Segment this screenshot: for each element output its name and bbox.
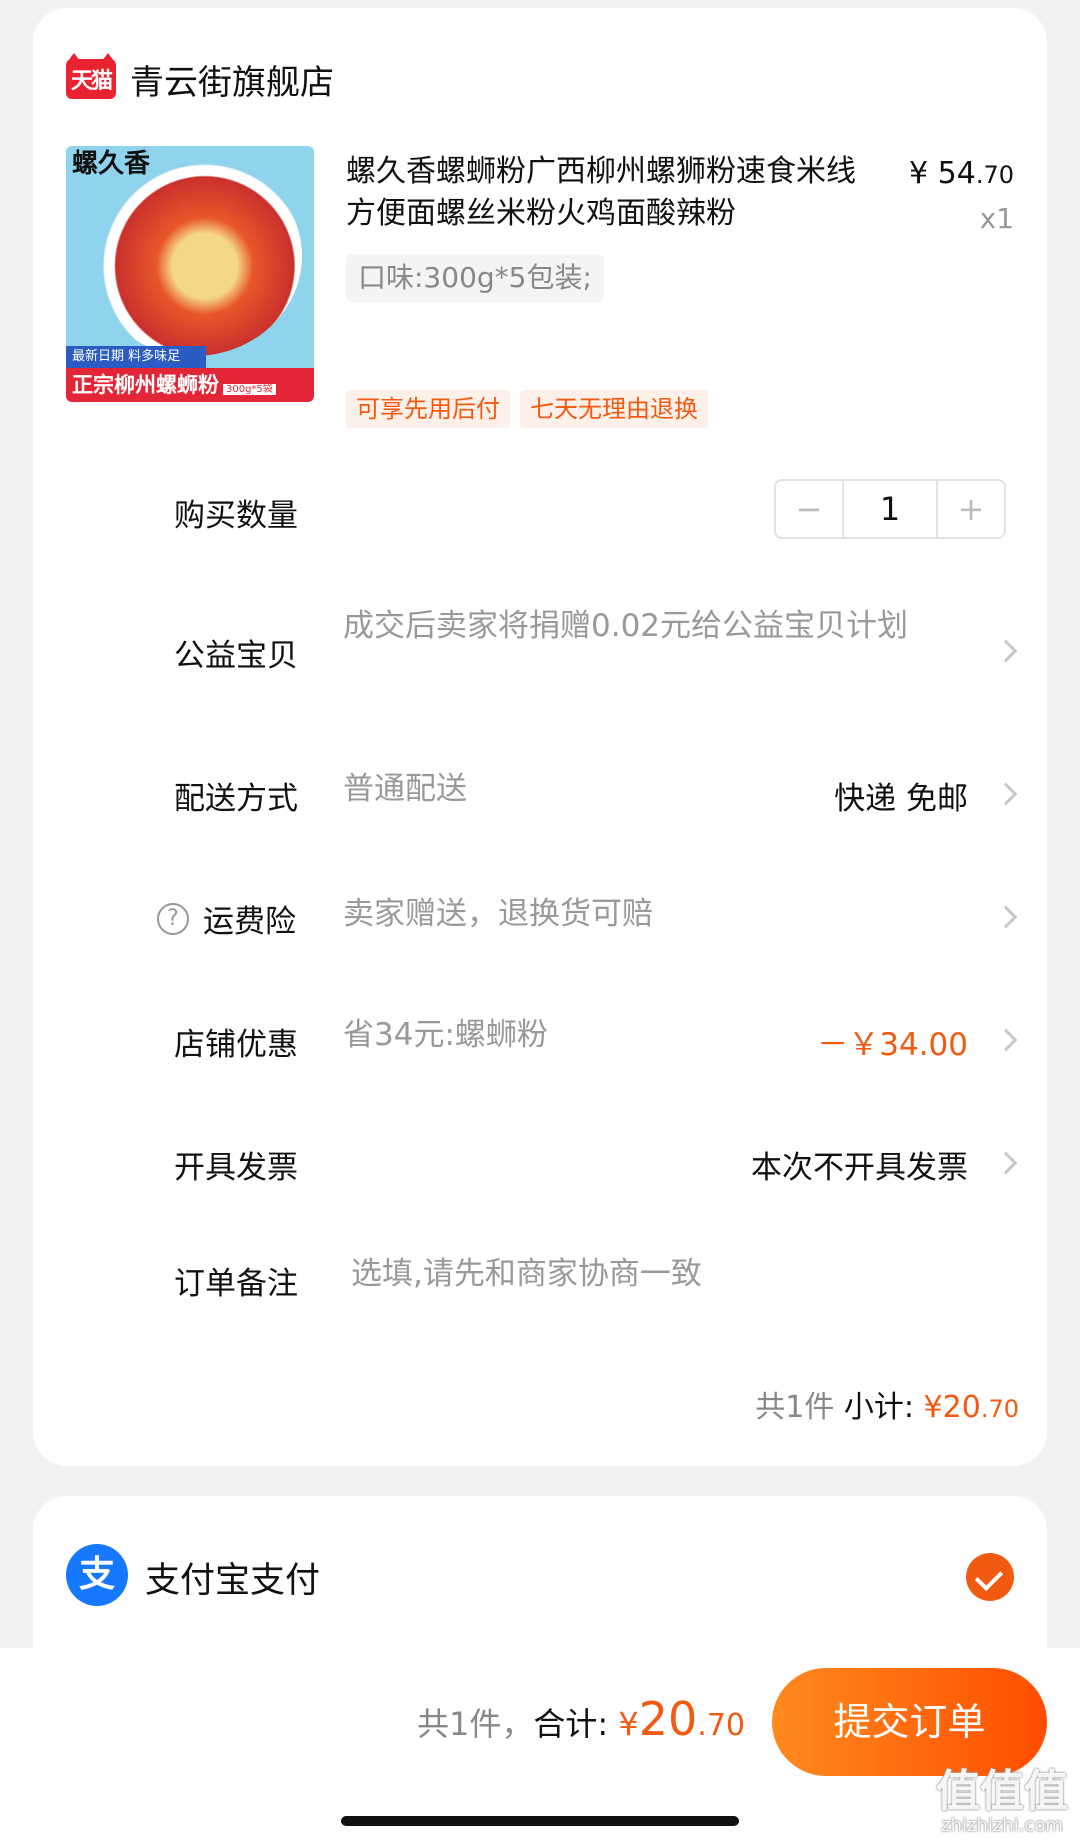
product-image-band2-text: 正宗柳州螺蛳粉 bbox=[72, 373, 219, 397]
product-image-band2-small: 300g*5袋 bbox=[223, 384, 276, 395]
alipay-label[interactable]: 支付宝支付 bbox=[145, 1552, 320, 1603]
total-count: 共1件， bbox=[417, 1705, 534, 1743]
watermark: 值值值 zhizhizhi.com bbox=[936, 1768, 1068, 1836]
product-image-band1: 最新日期 料多味足 bbox=[66, 346, 206, 368]
quantity-value[interactable]: 1 bbox=[842, 481, 938, 537]
discount-value: 省34元:螺蛳粉 bbox=[343, 1017, 548, 1053]
insurance-label-row: ? 运费险 bbox=[157, 896, 296, 941]
product-image[interactable]: 螺久香 最新日期 料多味足 正宗柳州螺蛳粉 300g*5袋 bbox=[66, 146, 314, 402]
total-yen: ¥ bbox=[618, 1705, 639, 1743]
check-icon[interactable] bbox=[966, 1553, 1014, 1601]
discount-amount[interactable]: －￥34.00 bbox=[817, 1019, 968, 1064]
sku-chip[interactable]: 口味:300g*5包装; bbox=[346, 254, 604, 302]
product-price: ¥ 54.70 bbox=[909, 156, 1014, 191]
total-dec: .70 bbox=[697, 1708, 745, 1743]
insurance-label: 运费险 bbox=[203, 904, 296, 940]
discount-chevron-icon[interactable] bbox=[994, 1028, 1018, 1052]
subtotal-int: 20 bbox=[942, 1390, 981, 1425]
submit-order-button[interactable]: 提交订单 bbox=[772, 1668, 1047, 1776]
note-input[interactable]: 选填,请先和商家协商一致 bbox=[351, 1252, 702, 1296]
store-order-card: 天猫 青云街旗舰店 螺久香 最新日期 料多味足 正宗柳州螺蛳粉 300g*5袋 螺… bbox=[33, 8, 1047, 1466]
insurance-value[interactable]: 卖家赠送，退换货可赔 bbox=[343, 892, 653, 936]
insurance-chevron-icon[interactable] bbox=[994, 905, 1018, 929]
subtotal-dec: .70 bbox=[980, 1395, 1019, 1423]
invoice-value[interactable]: 本次不开具发票 bbox=[751, 1142, 968, 1187]
tmall-logo-text: 天猫 bbox=[70, 69, 113, 94]
watermark-main: 值值值 bbox=[936, 1766, 1068, 1817]
service-tags: 可享先用后付 七天无理由退换 bbox=[346, 390, 708, 428]
total-summary: 共1件，合计: ¥20.70 bbox=[417, 1692, 745, 1746]
charity-chevron-icon[interactable] bbox=[994, 639, 1018, 663]
watermark-sub: zhizhizhi.com bbox=[941, 1815, 1063, 1836]
tag-pay-later: 可享先用后付 bbox=[346, 390, 510, 428]
product-image-bowl bbox=[86, 156, 302, 356]
tmall-logo: 天猫 bbox=[66, 53, 116, 99]
delivery-chevron-icon[interactable] bbox=[994, 782, 1018, 806]
total-label: 合计: bbox=[533, 1705, 609, 1743]
subtotal-count: 共1件 bbox=[755, 1390, 835, 1425]
subtotal-yen: ¥ bbox=[923, 1390, 943, 1425]
delivery-value: 普通配送 bbox=[343, 771, 467, 807]
discount-label: 店铺优惠 bbox=[174, 1027, 298, 1063]
shop-name[interactable]: 青云街旗舰店 bbox=[130, 55, 334, 104]
invoice-chevron-icon[interactable] bbox=[994, 1151, 1018, 1175]
product-image-band2: 正宗柳州螺蛳粉 300g*5袋 bbox=[66, 368, 314, 402]
product-quantity: x1 bbox=[979, 202, 1014, 235]
invoice-label: 开具发票 bbox=[174, 1150, 298, 1186]
charity-value[interactable]: 成交后卖家将捐赠0.02元给公益宝贝计划 bbox=[343, 604, 983, 648]
product-image-brand: 螺久香 bbox=[72, 149, 151, 179]
product-price-dec: .70 bbox=[975, 161, 1014, 189]
subtotal-label: 小计: bbox=[843, 1390, 914, 1425]
delivery-right[interactable]: 快递 免邮 bbox=[834, 773, 968, 818]
quantity-stepper[interactable]: − 1 + bbox=[774, 479, 1006, 539]
product-price-yen: ¥ bbox=[909, 156, 929, 191]
help-icon[interactable]: ? bbox=[157, 902, 189, 935]
bottom-bar: 共1件，合计: ¥20.70 提交订单 值值值 zhizhizhi.com bbox=[0, 1648, 1080, 1840]
delivery-label: 配送方式 bbox=[174, 781, 298, 817]
shop-header[interactable]: 天猫 青云街旗舰店 bbox=[66, 53, 334, 103]
note-label: 订单备注 bbox=[174, 1266, 298, 1302]
tag-seven-day-return: 七天无理由退换 bbox=[520, 390, 708, 428]
home-indicator[interactable] bbox=[341, 1816, 739, 1826]
minus-button[interactable]: − bbox=[776, 481, 842, 537]
product-title[interactable]: 螺久香螺蛳粉广西柳州螺狮粉速食米线方便面螺丝米粉火鸡面酸辣粉 bbox=[346, 151, 866, 235]
subtotal: 共1件 小计: ¥20.70 bbox=[755, 1382, 1019, 1426]
charity-label: 公益宝贝 bbox=[174, 638, 298, 674]
total-int: 20 bbox=[638, 1692, 698, 1746]
product-price-int: 54 bbox=[937, 156, 976, 191]
plus-button[interactable]: + bbox=[938, 481, 1004, 537]
alipay-icon: 支 bbox=[66, 1544, 128, 1606]
quantity-label: 购买数量 bbox=[174, 498, 298, 534]
